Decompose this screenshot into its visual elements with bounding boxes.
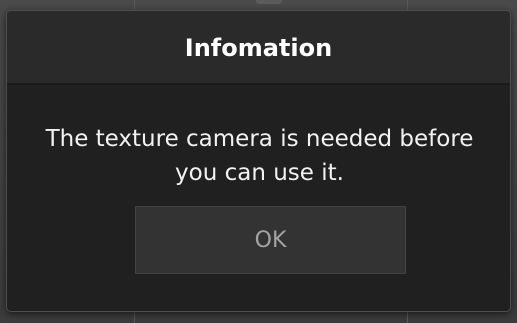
ok-button[interactable]: OK [135, 206, 406, 274]
dialog-header: Infomation [7, 11, 510, 85]
dialog-message: The texture camera is needed before you … [45, 126, 474, 186]
background-divider [407, 312, 408, 323]
background-handle [256, 0, 282, 4]
dialog-body: The texture camera is needed before you … [7, 85, 510, 311]
information-dialog: Infomation The texture camera is needed … [6, 10, 511, 312]
dialog-title: Infomation [184, 34, 333, 62]
background-divider [134, 312, 135, 323]
